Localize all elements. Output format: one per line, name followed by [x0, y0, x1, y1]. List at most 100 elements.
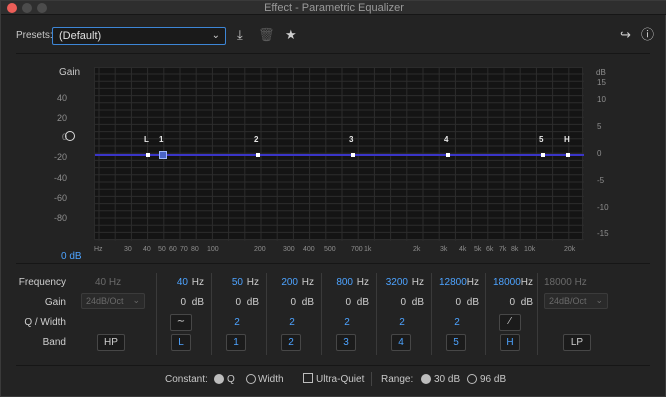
band-toggle-button[interactable]: 5	[446, 334, 466, 351]
save-preset-icon[interactable]: ⤓	[237, 28, 243, 42]
lp-band-toggle[interactable]: LP	[563, 334, 591, 351]
band-node-handle[interactable]	[146, 153, 150, 157]
band-gain-value[interactable]: 0	[331, 297, 351, 308]
band-toggle-button[interactable]: 3	[336, 334, 356, 351]
band-row-label: Band	[42, 337, 66, 348]
band-q-value[interactable]: 2	[390, 317, 414, 328]
frequency-tick-label: 6k	[486, 246, 494, 253]
band-node-handle[interactable]	[541, 153, 545, 157]
band-gain-value[interactable]: 0	[495, 297, 515, 308]
band-gain-value[interactable]: 0	[276, 297, 296, 308]
band-gain-value[interactable]: 0	[441, 297, 461, 308]
band-node-handle[interactable]	[256, 153, 260, 157]
band-node-handle[interactable]	[351, 153, 355, 157]
delete-preset-icon: 🗑	[258, 27, 275, 42]
band-frequency-unit: Hz	[466, 277, 479, 288]
band-toggle-button[interactable]: 4	[391, 334, 411, 351]
band-gain-value[interactable]: 0	[386, 297, 406, 308]
frequency-tick-label: 1k	[364, 246, 372, 253]
range-96db-radio[interactable]	[467, 374, 477, 384]
band-gain-unit: dB	[191, 297, 204, 308]
band-frequency-value[interactable]: 200	[274, 277, 298, 288]
band-toggle-button[interactable]: H	[500, 334, 520, 351]
gain-tick-label: 20	[56, 113, 67, 123]
band-q-value[interactable]: 2	[445, 317, 469, 328]
band-frequency-value[interactable]: 40	[164, 277, 188, 288]
right-tick-label: -5	[597, 176, 605, 185]
right-tick-label: 15	[597, 78, 606, 87]
band-node-label: 5	[539, 135, 544, 144]
frequency-tick-label: 40	[143, 246, 151, 253]
band-column-separator	[156, 273, 157, 355]
eq-graph[interactable]	[94, 67, 584, 241]
band-q-value[interactable]: 2	[225, 317, 249, 328]
routing-icon[interactable]: ↪	[620, 28, 631, 42]
band-frequency-value[interactable]: 3200	[384, 277, 408, 288]
band-frequency-unit: Hz	[411, 277, 424, 288]
band-q-value[interactable]: 2	[335, 317, 359, 328]
range-30db-label: 30 dB	[434, 374, 461, 385]
band-node-handle[interactable]	[446, 153, 450, 157]
right-tick-label: -15	[597, 229, 609, 238]
band-frequency-unit: Hz	[246, 277, 259, 288]
gain-tick-label: -40	[53, 173, 67, 183]
frequency-tick-label: 100	[207, 246, 219, 253]
favorite-star-icon[interactable]: ★	[285, 28, 297, 42]
presets-dropdown[interactable]: (Default) ⌄	[52, 27, 226, 45]
frequency-tick-label: 500	[324, 246, 336, 253]
band-column-separator	[431, 273, 432, 355]
hp-slope-select: 24dB/Oct ⌄	[81, 293, 145, 309]
hp-band-toggle[interactable]: HP	[97, 334, 125, 351]
band-node-label: H	[564, 135, 570, 144]
lp-frequency: 18000 Hz	[544, 277, 587, 288]
band-node-label: L	[144, 135, 149, 144]
band-frequency-value[interactable]: 18000	[493, 277, 521, 288]
band-frequency-value[interactable]: 12800	[439, 277, 467, 288]
band-frequency-unit: Hz	[301, 277, 314, 288]
divider	[16, 365, 650, 366]
frequency-tick-label: 10k	[524, 246, 536, 253]
band-gain-value[interactable]: 0	[166, 297, 186, 308]
band-gain-unit: dB	[246, 297, 259, 308]
band-gain-unit: dB	[520, 297, 533, 308]
band-frequency-value[interactable]: 50	[219, 277, 243, 288]
q-width-row-label: Q / Width	[24, 317, 66, 328]
band-frequency-unit: Hz	[356, 277, 369, 288]
low-shelf-shape-button[interactable]: ∼	[170, 314, 192, 331]
band-toggle-button[interactable]: 2	[281, 334, 301, 351]
info-icon[interactable]: ⓘ	[641, 28, 654, 42]
gain-axis-title: Gain	[59, 67, 81, 78]
band-node-handle[interactable]	[159, 151, 167, 159]
constant-q-radio[interactable]	[214, 374, 224, 384]
band-toggle-button[interactable]: L	[171, 334, 191, 351]
constant-width-radio[interactable]	[246, 374, 256, 384]
frequency-tick-label: 80	[191, 246, 199, 253]
constant-label: Constant:	[165, 374, 208, 385]
frequency-tick-label: 50	[158, 246, 166, 253]
frequency-tick-label: 700	[351, 246, 363, 253]
band-gain-unit: dB	[301, 297, 314, 308]
chevron-down-icon: ⌄	[211, 30, 220, 41]
band-q-value[interactable]: 2	[280, 317, 304, 328]
frequency-tick-label: Hz	[94, 246, 103, 253]
presets-label: Presets:	[16, 30, 53, 41]
band-gain-value[interactable]: 0	[221, 297, 241, 308]
frequency-tick-label: 4k	[459, 246, 467, 253]
band-toggle-button[interactable]: 1	[226, 334, 246, 351]
band-frequency-value[interactable]: 800	[329, 277, 353, 288]
range-96db-label: 96 dB	[480, 374, 507, 385]
band-column-separator	[211, 273, 212, 355]
ultra-quiet-checkbox[interactable]	[303, 373, 313, 383]
gain-row-label: Gain	[44, 297, 66, 308]
frequency-tick-label: 2k	[413, 246, 421, 253]
band-node-label: 3	[349, 135, 354, 144]
band-column-separator	[376, 273, 377, 355]
band-node-handle[interactable]	[566, 153, 570, 157]
effect-window: Effect - Parametric Equalizer Presets: (…	[0, 0, 666, 397]
gain-slider-handle[interactable]	[65, 131, 75, 141]
right-tick-label: 0	[597, 149, 602, 158]
eq-grid	[95, 68, 584, 241]
range-30db-radio[interactable]	[421, 374, 431, 384]
frequency-tick-label: 60	[169, 246, 177, 253]
high-shelf-shape-button[interactable]: ⁄	[499, 314, 521, 331]
